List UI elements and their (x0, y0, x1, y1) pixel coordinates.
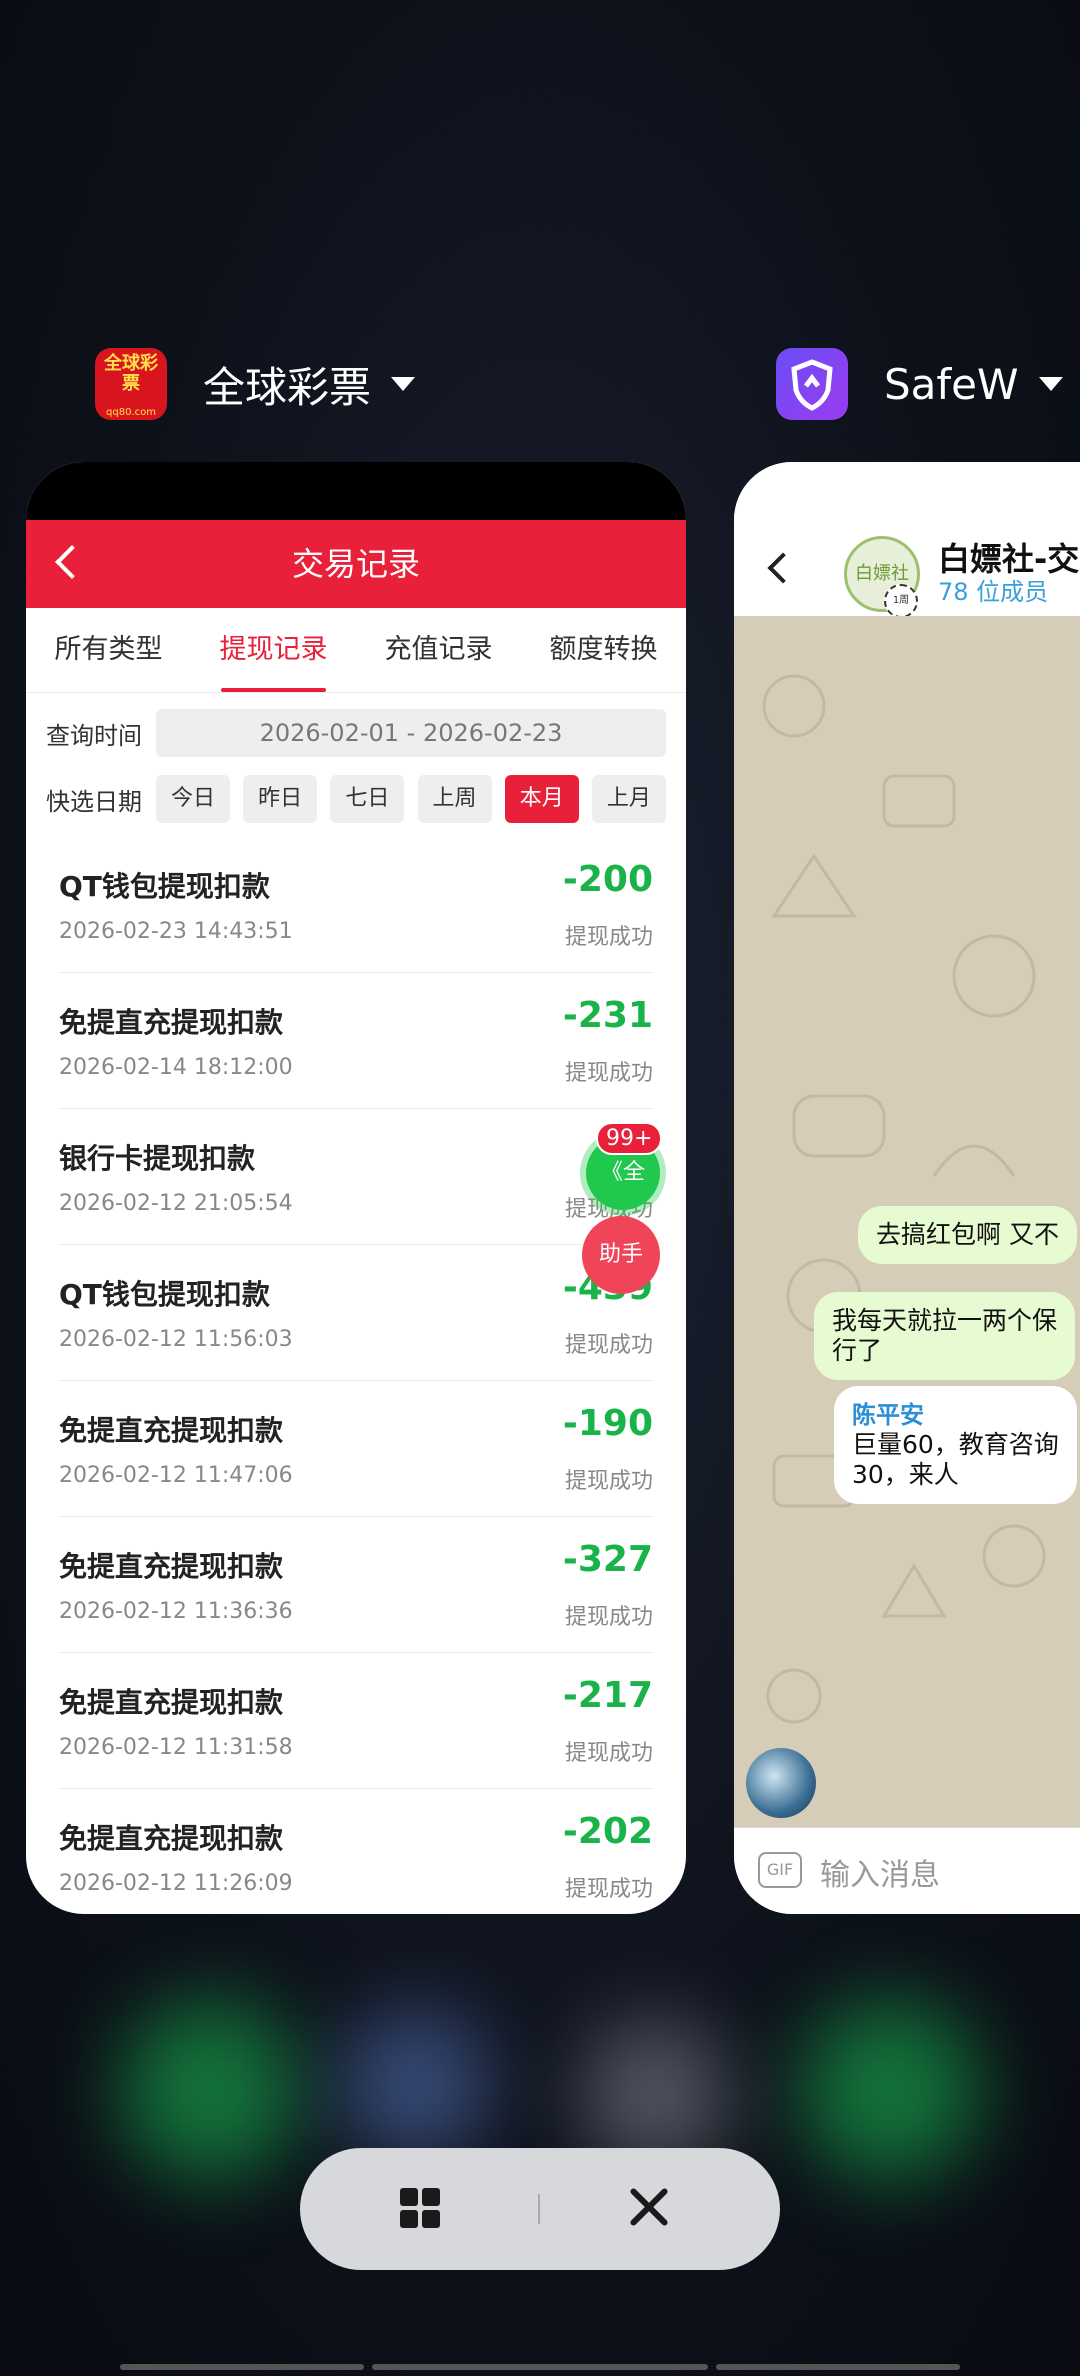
split-screen-grid-icon[interactable] (400, 2188, 442, 2230)
query-row: 查询时间 2026-02-01 - 2026-02-23 (26, 697, 686, 769)
app-card-lottery[interactable]: 交易记录 所有类型 提现记录 充值记录 额度转换 查询时间 2026-02-01… (26, 462, 686, 1914)
record-status: 提现成功 (564, 925, 653, 950)
app-name: 全球彩票 (203, 362, 372, 412)
sender-name: 陈平安 (852, 1401, 924, 1429)
record-time: 2026-02-12 11:36:36 (59, 1599, 293, 1624)
record-time: 2026-02-23 14:43:51 (59, 919, 293, 944)
record-time: 2026-02-12 11:26:09 (59, 1871, 293, 1896)
record-name: 免提直充提现扣款 (59, 1822, 284, 1855)
record-item[interactable]: 银行卡提现扣款 2026-02-12 21:05:54 -1 提现成功 (59, 1109, 653, 1245)
chip-last-month[interactable]: 上月 (591, 775, 666, 823)
record-status: 提现成功 (564, 1469, 653, 1494)
record-name: 免提直充提现扣款 (59, 1414, 284, 1447)
record-item[interactable]: 免提直充提现扣款 2026-02-12 11:31:58 -217 提现成功 (59, 1653, 653, 1789)
record-name: 免提直充提现扣款 (59, 1006, 284, 1039)
record-status: 提现成功 (564, 1741, 653, 1766)
record-amount: -231 (562, 995, 653, 1036)
recents-controls (300, 2148, 780, 2270)
record-item[interactable]: 免提直充提现扣款 2026-02-12 11:36:36 -327 提现成功 (59, 1517, 653, 1653)
floating-assistant-button[interactable]: 助手 (582, 1216, 660, 1294)
message-text: 巨量60，教育咨询 30，来人 (852, 1430, 1059, 1489)
record-amount: -190 (562, 1403, 653, 1444)
tab-deposit-records[interactable]: 充值记录 (356, 608, 521, 692)
tab-quota-transfer[interactable]: 额度转换 (521, 608, 686, 692)
member-count: 78 位成员 (938, 578, 1049, 606)
app-name: SafeW (884, 359, 1019, 409)
record-amount: -327 (562, 1539, 653, 1580)
chip-last-week[interactable]: 上周 (417, 775, 492, 823)
record-status: 提现成功 (564, 1333, 653, 1358)
notification-badge: 99+ (596, 1122, 663, 1155)
record-item[interactable]: 免提直充提现扣款 2026-02-12 11:47:06 -190 提现成功 (59, 1381, 653, 1517)
tab-all-types[interactable]: 所有类型 (26, 608, 191, 692)
record-amount: -200 (562, 859, 653, 900)
chip-today[interactable]: 今日 (156, 775, 230, 823)
chat-background: 去搞红包啊 又不 我每天就拉一两个保 行了 陈平安 巨量60，教育咨询 30，来… (734, 616, 1080, 1828)
record-name: QT钱包提现扣款 (59, 870, 270, 903)
query-label: 查询时间 (46, 721, 142, 750)
wallpaper-blur (800, 2000, 980, 2180)
record-name: 免提直充提现扣款 (59, 1686, 284, 1719)
date-range-field[interactable]: 2026-02-01 - 2026-02-23 (156, 709, 666, 757)
record-status: 提现成功 (564, 1061, 653, 1086)
record-time: 2026-02-12 11:56:03 (59, 1327, 293, 1352)
record-item[interactable]: QT钱包提现扣款 2026-02-12 11:56:03 -439 提现成功 (59, 1245, 653, 1381)
tab-withdraw-records[interactable]: 提现记录 (191, 608, 356, 692)
record-name: 银行卡提现扣款 (59, 1142, 256, 1175)
record-item[interactable]: 免提直充提现扣款 2026-02-12 11:26:09 -202 提现成功 (59, 1789, 653, 1914)
message-bubble-out[interactable]: 我每天就拉一两个保 行了 (814, 1292, 1076, 1380)
chat-header: 白嫖社 1周 白嫖社-交 78 位成员 (734, 462, 1080, 618)
tab-bar: 所有类型 提现记录 充值记录 额度转换 (26, 608, 686, 693)
wallpaper-blur (120, 2000, 300, 2180)
record-item[interactable]: 免提直充提现扣款 2026-02-14 18:12:00 -231 提现成功 (59, 973, 653, 1109)
chip-yesterday[interactable]: 昨日 (243, 775, 318, 823)
close-icon[interactable] (626, 2184, 672, 2230)
status-bar (26, 462, 686, 520)
record-name: 免提直充提现扣款 (59, 1550, 284, 1583)
back-arrow-icon[interactable] (767, 552, 799, 584)
timer-badge: 1周 (884, 584, 918, 618)
chip-this-month[interactable]: 本月 (504, 775, 579, 823)
record-status: 提现成功 (564, 1877, 653, 1902)
record-time: 2026-02-12 21:05:54 (59, 1191, 293, 1216)
message-bubble-in[interactable]: 陈平安 巨量60，教育咨询 30，来人 (834, 1386, 1077, 1504)
record-status: 提现成功 (564, 1605, 653, 1630)
quick-date-row: 快选日期 今日 昨日 七日 上周 本月 上月 (26, 769, 686, 829)
chevron-down-icon[interactable] (391, 377, 416, 391)
record-amount: -217 (562, 1675, 653, 1716)
record-time: 2026-02-12 11:31:58 (59, 1735, 293, 1760)
divider (538, 2194, 540, 2224)
record-time: 2026-02-12 11:47:06 (59, 1463, 293, 1488)
record-time: 2026-02-14 18:12:00 (59, 1055, 293, 1080)
app-header-lottery[interactable]: 全球彩票 qq80.com 全球彩票 (95, 348, 416, 420)
page-title: 交易记录 (291, 545, 420, 583)
record-list: QT钱包提现扣款 2026-02-23 14:43:51 -200 提现成功 免… (26, 837, 686, 1914)
lottery-app-icon-text: 全球彩票 (104, 353, 158, 394)
message-bubble-out[interactable]: 去搞红包啊 又不 (858, 1206, 1077, 1264)
gif-icon[interactable]: GIF (758, 1852, 802, 1888)
lottery-app-icon[interactable]: 全球彩票 qq80.com (95, 348, 167, 420)
lottery-app-icon-subtext: qq80.com (106, 407, 156, 418)
gesture-bar[interactable] (716, 2364, 960, 2370)
record-item[interactable]: QT钱包提现扣款 2026-02-23 14:43:51 -200 提现成功 (59, 837, 653, 973)
app-header-safew[interactable]: SafeW (776, 348, 1063, 420)
record-name: QT钱包提现扣款 (59, 1278, 270, 1311)
avatar[interactable] (746, 1748, 816, 1818)
safew-shield-icon[interactable] (776, 348, 848, 420)
wallpaper-blur (340, 2010, 490, 2160)
record-amount: -202 (562, 1811, 653, 1852)
message-input-bar: GIF 输入消息 (734, 1827, 1080, 1914)
gesture-bar[interactable] (372, 2364, 708, 2370)
chevron-down-icon[interactable] (1038, 377, 1063, 391)
group-avatar-text: 白嫖社 (855, 563, 909, 584)
message-input[interactable]: 输入消息 (820, 1850, 940, 1894)
quick-label: 快选日期 (46, 787, 142, 816)
chip-seven-days[interactable]: 七日 (330, 775, 405, 823)
app-card-safew[interactable]: 白嫖社 1周 白嫖社-交 78 位成员 去搞红包啊 又不 我每天就拉一两个保 行… (734, 462, 1080, 1914)
gesture-bar[interactable] (120, 2364, 364, 2370)
top-bar: 交易记录 (26, 520, 686, 608)
